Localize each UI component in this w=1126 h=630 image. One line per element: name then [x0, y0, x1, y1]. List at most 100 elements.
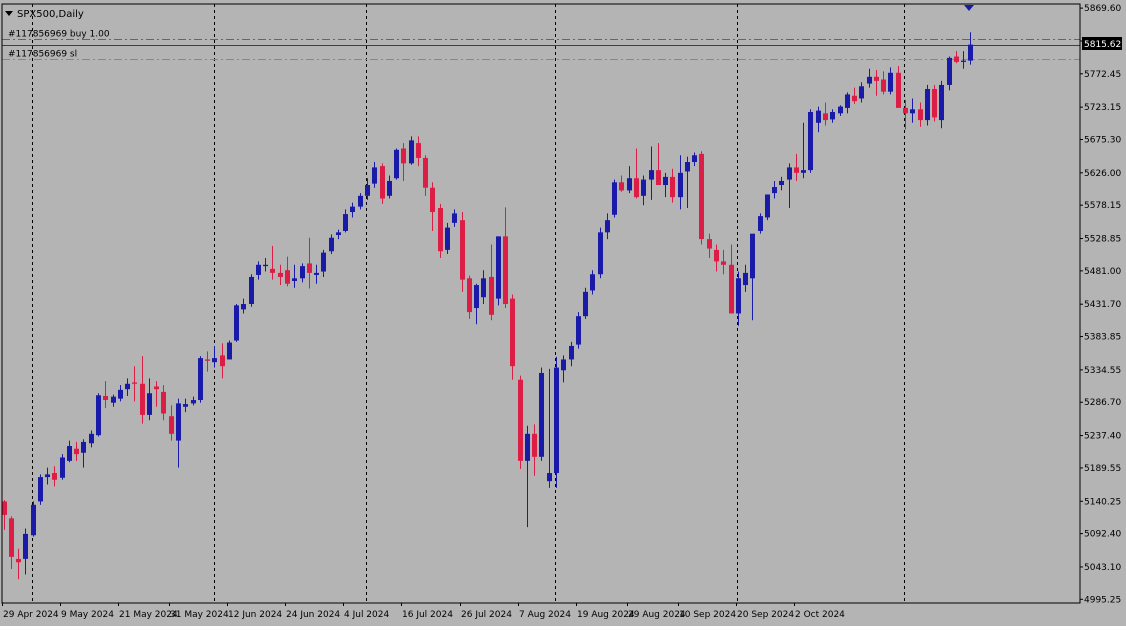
- y-axis-label: 5869.60: [1084, 4, 1121, 14]
- candle-body: [169, 416, 174, 434]
- candle-body: [96, 395, 101, 436]
- candle-body: [932, 88, 937, 118]
- candle-body: [9, 518, 14, 557]
- candle-body: [721, 261, 726, 265]
- buy-order-label[interactable]: #117856969 buy 1.00: [8, 30, 110, 40]
- x-axis-label: 29 Apr 2024: [3, 610, 59, 620]
- x-axis-label: 24 Jun 2024: [286, 610, 340, 620]
- candle-body: [845, 94, 850, 108]
- stop-loss-label[interactable]: #117856969 sl: [8, 50, 77, 60]
- candle-body: [438, 207, 443, 252]
- candle-body: [627, 178, 632, 191]
- chart-window: 5869.605821.005772.455723.155675.305626.…: [0, 0, 1126, 626]
- candle-body: [787, 167, 792, 180]
- candle-body: [409, 140, 414, 164]
- y-axis-label: 5140.25: [1084, 497, 1121, 507]
- candle-body: [307, 263, 312, 273]
- candle-body: [896, 72, 901, 108]
- x-axis-label: 7 Aug 2024: [519, 610, 571, 620]
- candle-body: [350, 206, 355, 213]
- candle-body: [161, 391, 166, 414]
- candle-body: [641, 179, 646, 196]
- candle-body: [227, 342, 232, 360]
- candle-body: [380, 166, 385, 199]
- candle-body: [314, 272, 319, 275]
- candle-body: [365, 185, 370, 196]
- candle-body: [750, 233, 755, 279]
- candle-body: [183, 404, 188, 407]
- candle-body: [74, 448, 79, 455]
- candle-body: [503, 236, 508, 304]
- x-axis-label: 31 May 2024: [170, 610, 229, 620]
- candle-body: [561, 359, 566, 371]
- candle-body: [81, 441, 86, 453]
- candle-body: [445, 227, 450, 250]
- candle-body: [518, 379, 523, 461]
- candle-body: [416, 143, 421, 158]
- candle-body: [794, 167, 799, 173]
- candle-body: [241, 304, 246, 310]
- candle-body: [489, 276, 494, 315]
- candle-body: [692, 155, 697, 163]
- candle-body: [612, 182, 617, 215]
- current-price-label: 5815.62: [1084, 40, 1121, 50]
- y-axis-label: 5286.70: [1084, 398, 1121, 408]
- candle-body: [758, 216, 763, 231]
- candle-body: [823, 113, 828, 121]
- candle-body: [707, 239, 712, 249]
- y-axis-label: 5772.45: [1084, 70, 1121, 80]
- candle-body: [939, 84, 944, 121]
- candle-body: [605, 220, 610, 233]
- candle-body: [256, 264, 261, 275]
- y-axis-label: 5675.30: [1084, 135, 1121, 145]
- candle-body: [234, 305, 239, 341]
- y-axis-label: 5237.40: [1084, 432, 1121, 442]
- candle-body: [16, 558, 21, 563]
- candle-body: [205, 359, 210, 361]
- candle-body: [140, 383, 145, 415]
- y-axis-label: 4995.25: [1084, 595, 1121, 605]
- candle-body: [765, 194, 770, 218]
- candle-body: [31, 504, 36, 536]
- candle-body: [154, 386, 159, 390]
- candle-body: [830, 111, 835, 120]
- chart-background: [0, 0, 1126, 626]
- candle-body: [743, 272, 748, 286]
- y-axis-label: 5528.85: [1084, 235, 1121, 245]
- candle-body: [103, 395, 108, 401]
- x-axis-label: 16 Jul 2024: [402, 610, 453, 620]
- candle-body: [714, 249, 719, 262]
- candle-body: [60, 457, 65, 478]
- chart-title: SPX500,Daily: [17, 9, 84, 20]
- candle-body: [394, 149, 399, 179]
- y-axis-label: 5383.85: [1084, 333, 1121, 343]
- x-axis-label: 12 Jun 2024: [228, 610, 282, 620]
- candle-body: [358, 195, 363, 207]
- candle-body: [430, 187, 435, 213]
- candle-body: [670, 176, 675, 198]
- candle-body: [474, 285, 479, 309]
- candle-body: [569, 345, 574, 360]
- candle-body: [888, 72, 893, 92]
- x-axis-label: 29 Aug 2024: [628, 610, 686, 620]
- candle-body: [663, 176, 668, 185]
- candle-body: [947, 57, 952, 85]
- candle-body: [45, 474, 50, 478]
- candle-body: [343, 214, 348, 231]
- candle-body: [89, 433, 94, 444]
- candle-body: [401, 148, 406, 164]
- candle-body: [467, 278, 472, 313]
- candle-body: [481, 278, 486, 298]
- candle-body: [510, 298, 515, 367]
- candle-body: [532, 433, 537, 457]
- candle-body: [336, 232, 341, 236]
- x-axis-label: 9 May 2024: [61, 610, 114, 620]
- candle-body: [925, 88, 930, 121]
- candle-body: [576, 316, 581, 345]
- candle-body: [147, 393, 152, 415]
- x-axis-label: 2 Oct 2024: [795, 610, 845, 620]
- candle-body: [619, 182, 624, 191]
- candle-body: [954, 56, 959, 62]
- candle-body: [729, 264, 734, 314]
- y-axis-label: 5189.55: [1084, 464, 1121, 474]
